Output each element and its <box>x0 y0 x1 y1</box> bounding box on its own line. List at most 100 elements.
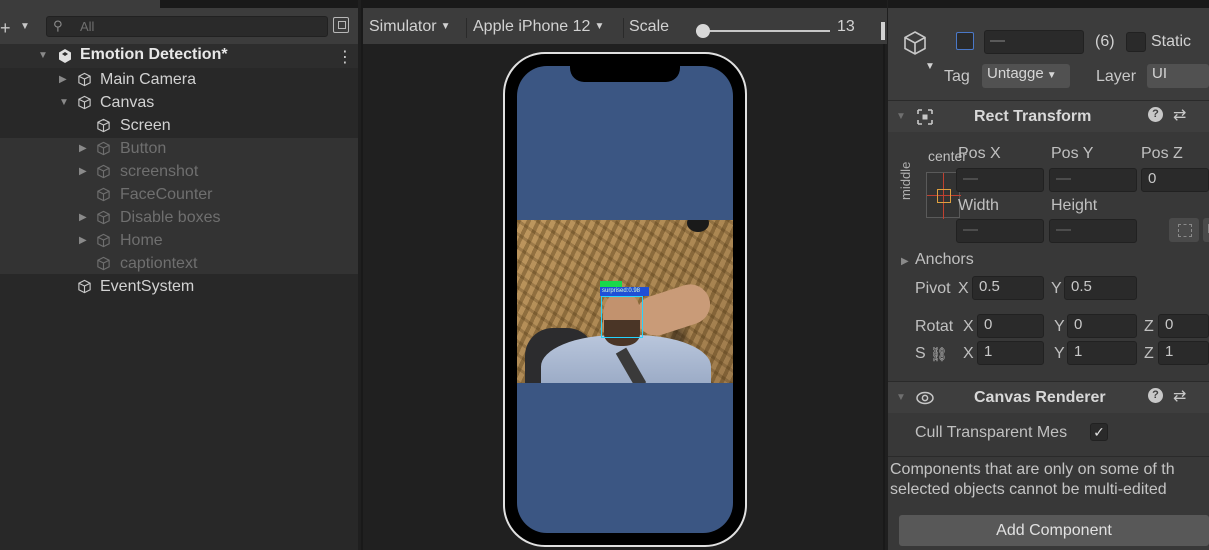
pos-y-label: Pos Y <box>1051 145 1094 162</box>
more-menu-icon[interactable]: ⋮ <box>337 47 353 67</box>
simulator-option-button[interactable] <box>881 22 885 40</box>
collapse-arrow-icon[interactable]: ▼ <box>59 97 69 108</box>
pivot-y-label: Y <box>1051 280 1062 297</box>
search-placeholder: All <box>80 19 95 34</box>
face-detection-label: surprised:0.98 <box>600 287 649 296</box>
presets-icon[interactable]: ⇄ <box>1173 105 1186 125</box>
hierarchy-item-canvas[interactable]: ▼ Canvas <box>0 92 358 115</box>
view-mode-dropdown[interactable]: Simulator ▼ <box>369 18 450 36</box>
tag-label: Tag <box>944 68 970 85</box>
blueprint-mode-button[interactable] <box>1169 218 1199 242</box>
chevron-down-icon[interactable]: ▼ <box>20 21 30 32</box>
tag-value: Untagge <box>987 65 1044 82</box>
phone-frame: surprised:0.98 <box>503 52 747 547</box>
anchor-rect <box>937 189 951 203</box>
expand-arrow-icon[interactable]: ▼ <box>38 50 48 61</box>
chevron-down-icon: ▼ <box>1046 70 1057 81</box>
anchor-preset-button[interactable] <box>926 172 961 219</box>
width-field[interactable]: — <box>956 219 1044 243</box>
hierarchy-item-facecounter[interactable]: FaceCounter <box>0 184 358 207</box>
unity-scene-icon <box>59 49 71 63</box>
hierarchy-item-main-camera[interactable]: ▶ Main Camera <box>0 69 358 92</box>
hierarchy-item-button[interactable]: ▶ Button <box>0 138 358 161</box>
rect-transform-header[interactable]: ▼ Rect Transform ? ⇄ <box>888 100 1209 132</box>
active-checkbox[interactable] <box>956 32 974 50</box>
multi-edit-notice-line1: Components that are only on some of th <box>890 461 1175 478</box>
hierarchy-item-disable-boxes[interactable]: ▶ Disable boxes <box>0 207 358 230</box>
simulator-toolbar: Simulator ▼ Apple iPhone 12 ▼ Scale 13 <box>363 8 887 44</box>
expand-arrow-icon[interactable]: ▶ <box>901 256 909 267</box>
expand-arrow-icon[interactable]: ▶ <box>79 166 87 177</box>
add-component-button[interactable]: Add Component <box>899 515 1209 546</box>
hierarchy-tab-bar <box>0 0 358 8</box>
width-label: Width <box>958 197 999 214</box>
multi-edit-notice: Components that are only on some of th s… <box>888 456 1209 506</box>
hierarchy-tab[interactable] <box>0 0 160 8</box>
hierarchy-item-captiontext[interactable]: captiontext <box>0 253 358 276</box>
chevron-down-icon: ▼ <box>594 21 605 32</box>
scale-x-field[interactable]: 1 <box>977 341 1044 365</box>
collapse-arrow-icon[interactable]: ▼ <box>896 392 906 403</box>
pivot-x-field[interactable]: 0.5 <box>972 276 1044 300</box>
scene-root-row[interactable]: ▼ Emotion Detection* ⋮ <box>0 44 358 68</box>
pivot-y-field[interactable]: 0.5 <box>1064 276 1137 300</box>
rect-transform-title: Rect Transform <box>974 108 1092 125</box>
scale-y-field[interactable]: 1 <box>1067 341 1137 365</box>
phone-screen[interactable]: surprised:0.98 <box>517 66 733 533</box>
multi-edit-notice-line2: selected objects cannot be multi-edited <box>890 481 1167 498</box>
tag-dropdown[interactable]: Untagge ▼ <box>982 64 1070 88</box>
pos-x-field[interactable]: — <box>956 168 1044 192</box>
view-mode-label: Simulator <box>369 18 437 35</box>
hierarchy-item-screenshot[interactable]: ▶ screenshot <box>0 161 358 184</box>
expand-arrow-icon[interactable]: ▶ <box>79 212 87 223</box>
rot-y-field[interactable]: 0 <box>1067 314 1137 338</box>
gameobject-icon <box>97 118 110 133</box>
height-field[interactable]: — <box>1049 219 1137 243</box>
hierarchy-item-label: FaceCounter <box>120 186 213 203</box>
scale-z-field[interactable]: 1 <box>1158 341 1209 365</box>
help-icon[interactable]: ? <box>1148 388 1163 403</box>
hierarchy-item-home[interactable]: ▶ Home <box>0 230 358 253</box>
help-icon[interactable]: ? <box>1148 107 1163 122</box>
hierarchy-item-label: Button <box>120 140 167 157</box>
rot-x-field[interactable]: 0 <box>977 314 1044 338</box>
static-checkbox[interactable] <box>1126 32 1146 52</box>
scene-visibility-icon[interactable] <box>333 17 349 33</box>
anchors-label[interactable]: Anchors <box>915 251 974 269</box>
camera-feed-shadow <box>687 220 709 232</box>
rot-z-label: Z <box>1144 318 1154 335</box>
hierarchy-item-eventsystem[interactable]: EventSystem <box>0 276 358 299</box>
expand-arrow-icon[interactable]: ▶ <box>79 235 87 246</box>
presets-icon[interactable]: ⇄ <box>1173 386 1186 406</box>
expand-arrow-icon[interactable]: ▶ <box>79 143 87 154</box>
rotation-label: Rotat <box>915 318 954 335</box>
pivot-label: Pivot <box>915 280 951 297</box>
chevron-down-icon[interactable]: ▼ <box>925 61 935 72</box>
scale-slider-handle[interactable] <box>695 24 710 38</box>
simulator-tab-bar <box>363 0 887 8</box>
hierarchy-item-label: Canvas <box>100 94 155 111</box>
hierarchy-item-screen[interactable]: Screen <box>0 115 358 138</box>
scale-value: 13 <box>837 18 855 35</box>
anchor-preset-v-label: middle <box>898 161 913 200</box>
rot-z-field[interactable]: 0 <box>1158 314 1209 338</box>
scale-slider-track[interactable] <box>696 30 830 32</box>
device-dropdown[interactable]: Apple iPhone 12 ▼ <box>473 18 604 36</box>
toolbar-divider <box>623 18 624 38</box>
rect-transform-icon <box>917 109 933 125</box>
cull-transparent-checkbox[interactable]: ✓ <box>1090 423 1108 441</box>
pos-z-field[interactable]: 0 <box>1141 168 1209 192</box>
scale-label: Scale <box>629 18 670 35</box>
layer-dropdown[interactable]: UI <box>1147 64 1209 88</box>
link-icon[interactable]: ⛓ <box>930 346 948 363</box>
camera-feed-image: surprised:0.98 <box>517 220 733 383</box>
expand-arrow-icon[interactable]: ▶ <box>59 74 67 85</box>
collapse-arrow-icon[interactable]: ▼ <box>896 111 906 122</box>
object-name-input[interactable]: — <box>984 30 1084 54</box>
canvas-renderer-header[interactable]: ▼ Canvas Renderer ? ⇄ <box>888 381 1209 413</box>
pos-y-field[interactable]: — <box>1049 168 1137 192</box>
inspector-header: ▼ — (6) Static Tag Untagge ▼ Layer UI <box>888 8 1209 100</box>
add-object-button[interactable]: + <box>0 18 11 39</box>
raw-edit-button[interactable]: R <box>1203 218 1209 242</box>
hierarchy-search-input[interactable]: ⚲ All <box>46 16 328 37</box>
